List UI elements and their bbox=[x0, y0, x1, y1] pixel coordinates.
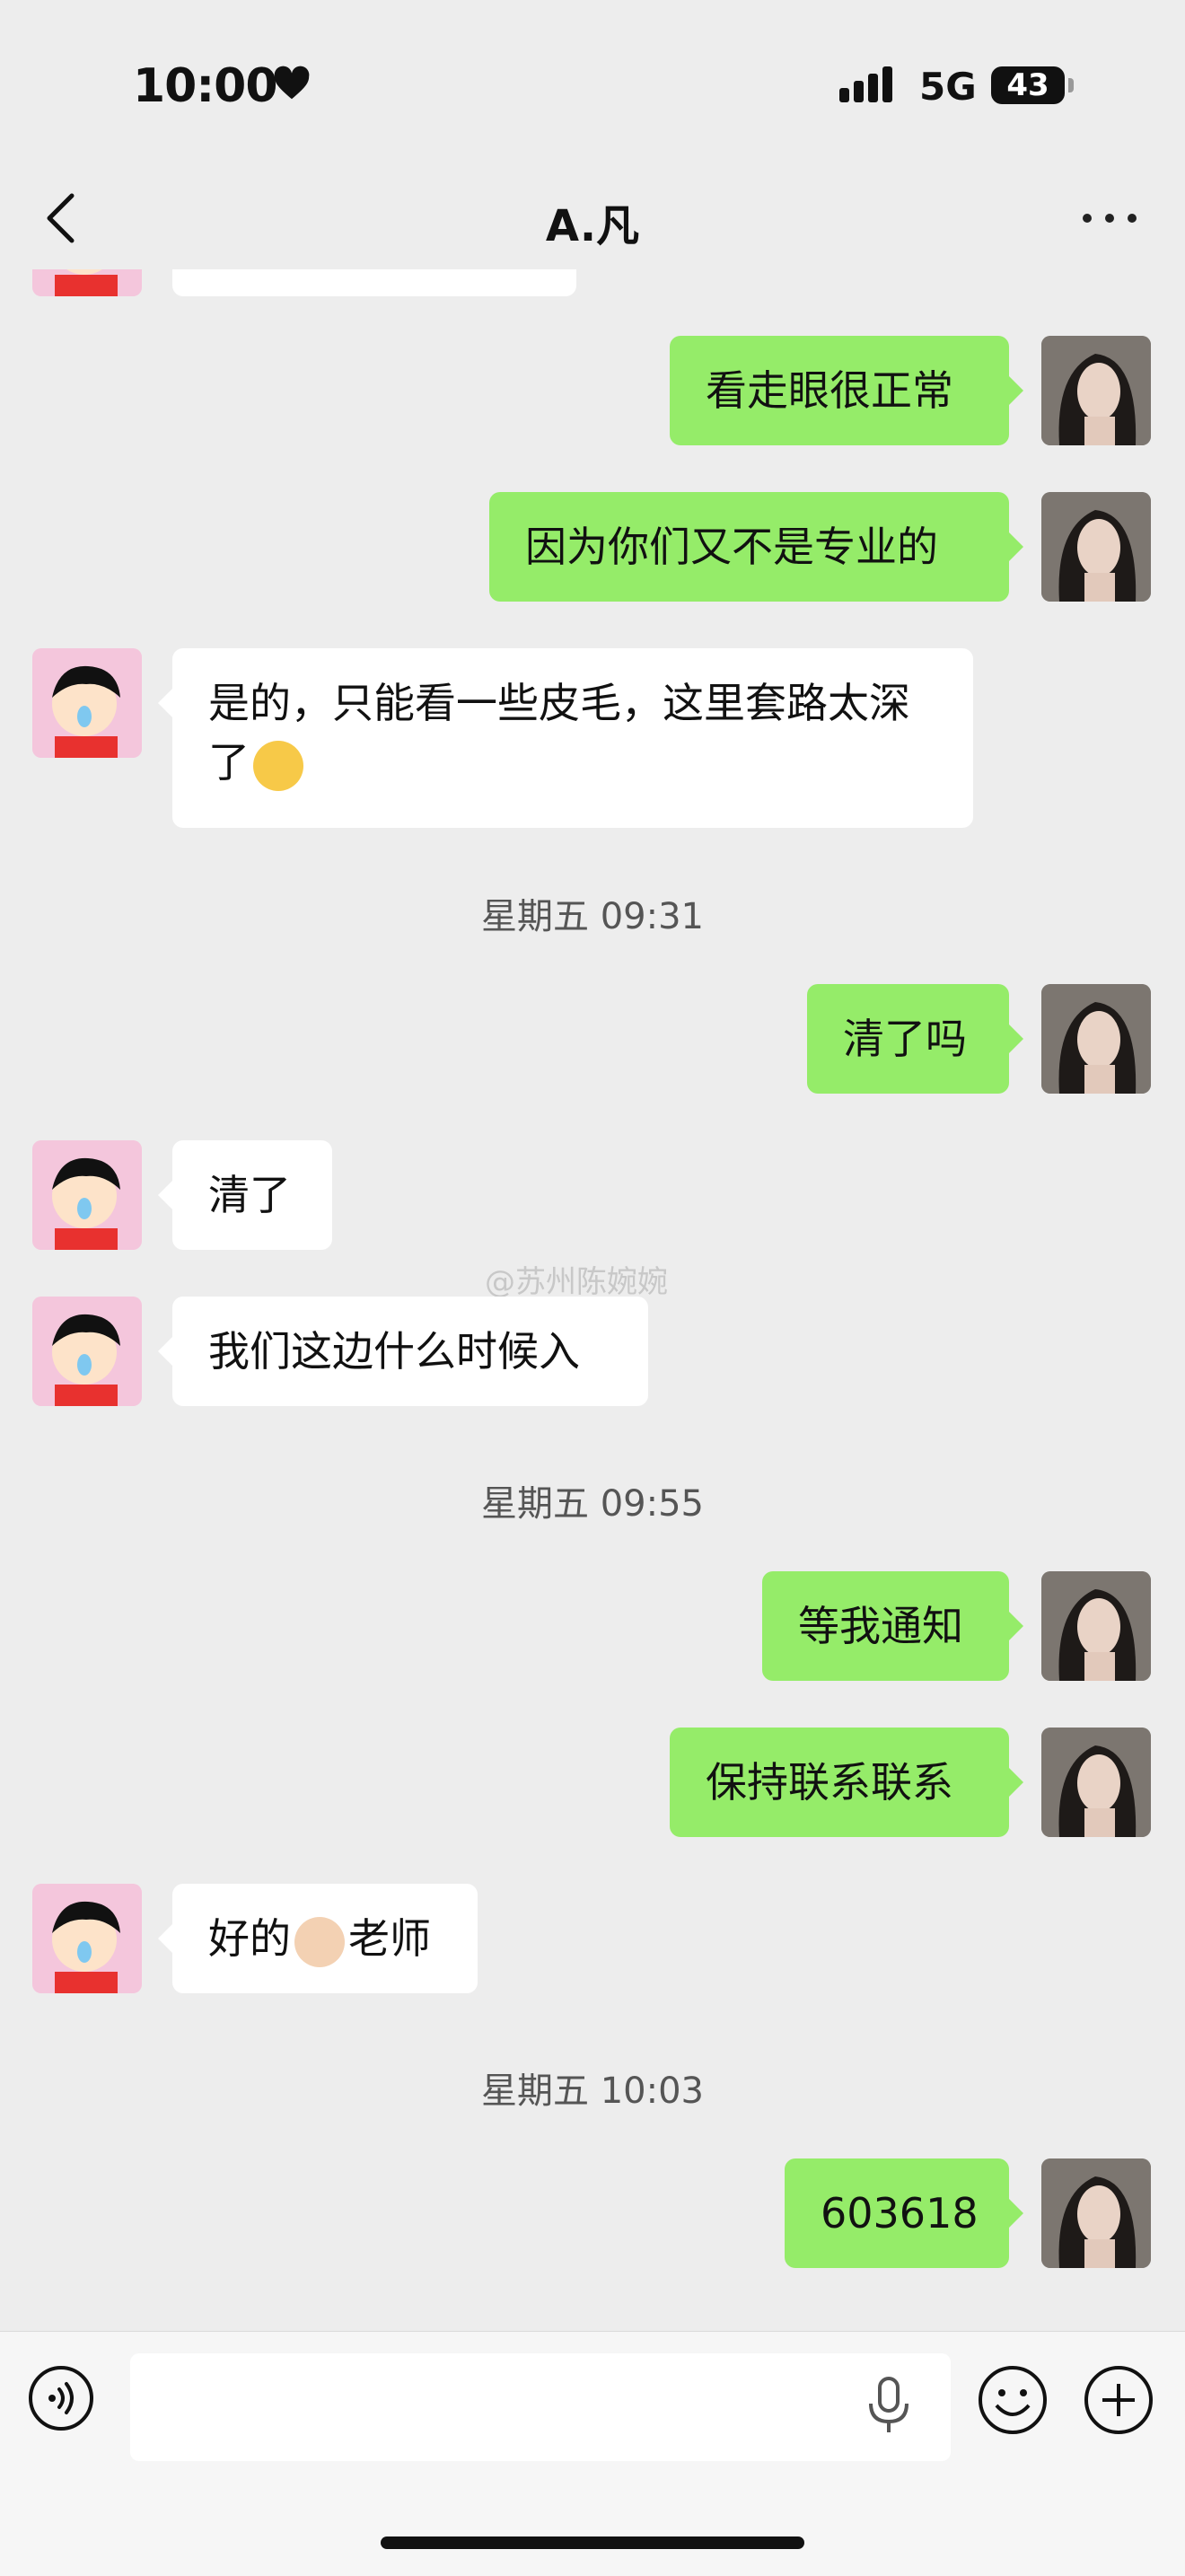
message-text: 老师 bbox=[348, 1914, 431, 1963]
message-bubble-incoming[interactable] bbox=[172, 269, 576, 296]
network-label: 5G bbox=[919, 65, 977, 109]
more-icon[interactable] bbox=[1074, 190, 1146, 244]
status-time: 10:00 bbox=[133, 59, 278, 113]
input-bar bbox=[0, 2331, 1185, 2576]
contact-avatar[interactable] bbox=[32, 648, 142, 758]
message-bubble-incoming[interactable]: 清了 bbox=[158, 1140, 332, 1250]
chat-header: A.凡 bbox=[0, 171, 1185, 270]
timestamp: 星期五 09:31 bbox=[481, 896, 704, 937]
timestamp: 星期五 09:55 bbox=[481, 1483, 704, 1525]
contact-avatar[interactable] bbox=[32, 1297, 142, 1406]
status-bar: 10:00 5G 43 bbox=[0, 0, 1185, 171]
emoji-icon[interactable] bbox=[977, 2364, 1049, 2436]
microphone-icon[interactable] bbox=[862, 2373, 916, 2436]
heart-icon bbox=[274, 66, 310, 100]
timestamp: 星期五 10:03 bbox=[481, 2070, 704, 2112]
message-text: 是的，只能看一些皮毛，这里套路太深了 bbox=[208, 679, 910, 787]
contact-avatar[interactable] bbox=[32, 269, 142, 296]
message-bubble-outgoing[interactable]: 保持联系联系 bbox=[670, 1728, 1023, 1837]
my-avatar[interactable] bbox=[1041, 2158, 1151, 2268]
message-bubble-incoming[interactable]: 好的 老师 bbox=[158, 1884, 478, 1993]
my-avatar[interactable] bbox=[1041, 336, 1151, 445]
message-bubble-outgoing[interactable]: 603618 bbox=[785, 2158, 1023, 2268]
watermark: @苏州陈婉婉 bbox=[485, 1264, 668, 1300]
message-bubble-outgoing[interactable]: 看走眼很正常 bbox=[670, 336, 1023, 445]
my-avatar[interactable] bbox=[1041, 984, 1151, 1094]
contact-avatar[interactable] bbox=[32, 1884, 142, 1993]
chat-title: A.凡 bbox=[545, 201, 640, 251]
message-bubble-outgoing[interactable]: 等我通知 bbox=[762, 1571, 1023, 1681]
battery-icon: 43 bbox=[991, 66, 1065, 104]
voice-icon[interactable] bbox=[27, 2364, 95, 2432]
plus-icon[interactable] bbox=[1083, 2364, 1154, 2436]
message-text: 好的 bbox=[208, 1914, 291, 1963]
my-avatar[interactable] bbox=[1041, 1571, 1151, 1681]
my-avatar[interactable] bbox=[1041, 492, 1151, 602]
message-bubble-incoming[interactable]: 是的，只能看一些皮毛，这里套路太深了 bbox=[158, 648, 973, 828]
message-input[interactable] bbox=[130, 2353, 951, 2461]
message-list[interactable]: 看走眼很正常 因为你们又不是专业的 是的，只能看一些皮毛，这里套路太深了 星期五… bbox=[0, 269, 1185, 2331]
message-bubble-outgoing[interactable]: 清了吗 bbox=[807, 984, 1023, 1094]
my-avatar[interactable] bbox=[1041, 1728, 1151, 1837]
laughing-crying-emoji-icon bbox=[253, 740, 303, 791]
battery-tip bbox=[1068, 78, 1074, 92]
home-indicator bbox=[381, 2536, 804, 2549]
ok-hand-emoji-icon bbox=[294, 1916, 345, 1967]
message-bubble-outgoing[interactable]: 因为你们又不是专业的 bbox=[489, 492, 1023, 602]
message-bubble-incoming[interactable]: 我们这边什么时候入 bbox=[158, 1297, 648, 1406]
contact-avatar[interactable] bbox=[32, 1140, 142, 1250]
